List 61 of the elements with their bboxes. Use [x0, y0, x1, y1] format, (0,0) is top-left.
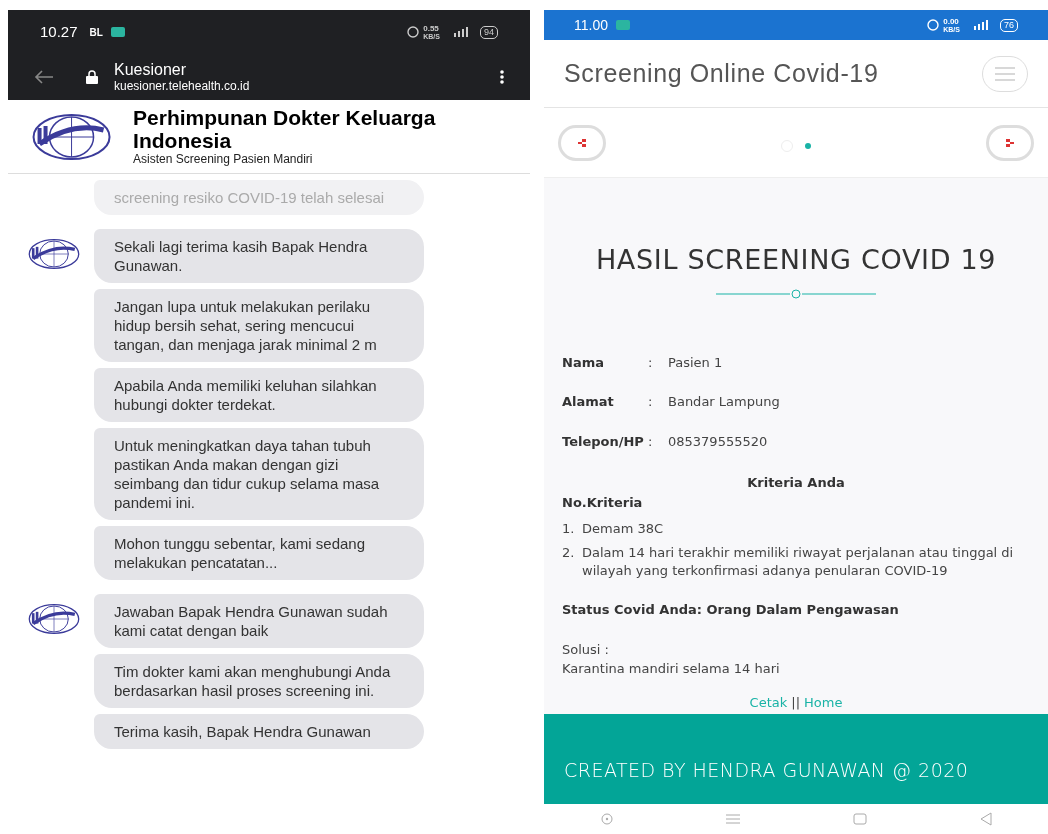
battery-level: 76: [1000, 18, 1018, 32]
criteria-number: 2.: [562, 544, 576, 562]
page-url[interactable]: kuesioner.telehealth.co.id: [114, 79, 500, 93]
status-carrier: BL: [89, 25, 103, 40]
signal-icon: [972, 20, 988, 30]
menu-icon: [995, 66, 1015, 81]
field-value: Bandar Lampung: [668, 393, 780, 411]
left-arrow-icon: [578, 138, 586, 147]
field-label: Alamat: [562, 393, 615, 411]
chat-message: Apabila Anda memiliki keluhan silahkan hubungi dokter terdekat.: [94, 368, 424, 422]
chat-message: Jawaban Bapak Hendra Gunawan sudah kami catat dengan baik: [94, 594, 424, 648]
menu-nav-icon: [725, 814, 740, 824]
header-subtitle: Asisten Screening Pasien Mandiri: [133, 152, 314, 167]
criteria-text: Dalam 14 hari terakhir memiliki riwayat perjalanan atau tinggal di wilayah yang terkonfirmasi adanya penularan COVID-19: [582, 544, 1015, 580]
brand-title[interactable]: Screening Online Covid-19: [564, 54, 879, 93]
more-menu-icon: [500, 70, 504, 84]
lock-icon: [86, 70, 98, 84]
criteria-number: 1.: [562, 520, 576, 538]
criteria-column-header: No.Kriteria: [562, 493, 644, 512]
title-divider-icon: [716, 288, 876, 299]
header-title: Perhimpunan Dokter Keluarga Indonesia: [133, 106, 437, 152]
signal-icon: [452, 27, 468, 37]
right-arrow-icon: [1006, 138, 1014, 147]
field-value: Pasien 1: [668, 353, 723, 372]
solution-label: Solusi :: [562, 640, 610, 659]
result-title: HASIL SCREENING COVID 19: [594, 243, 998, 277]
status-result: Status Covid Anda: Orang Dalam Pengawasan: [562, 601, 900, 619]
status-time: 10.27: [40, 21, 78, 42]
criteria-text: Demam 38C: [582, 520, 664, 538]
assistant-nav-icon: [600, 813, 613, 825]
link-separator: ||: [791, 693, 800, 712]
page-title: Kuesioner: [114, 61, 188, 79]
notification-icon: [110, 27, 125, 37]
field-label: Telepon/HP: [562, 432, 645, 451]
next-button[interactable]: [986, 124, 1034, 161]
previous-button[interactable]: [558, 124, 606, 161]
field-label: Nama: [562, 353, 605, 372]
footer-credit: CREATED BY HENDRA GUNAWAN @ 2020: [564, 757, 969, 783]
network-speed: 0.00: [943, 17, 960, 26]
alarm-icon: [407, 26, 420, 38]
field-value: 085379555520: [668, 432, 768, 451]
chat-message: Mohon tunggu sebentar, kami sedang melakukan pencatatan...: [94, 526, 424, 580]
home-nav-icon: [852, 813, 867, 825]
notification-icon: [616, 20, 630, 30]
battery-level: 94: [480, 25, 498, 39]
back-nav-icon: [979, 812, 992, 826]
chat-message: Untuk meningkatkan daya tahan tubuh pastikan Anda makan dengan gizi seimbang dan tidur cukup selama masa pandemi ini.: [94, 428, 424, 520]
solution-text: Karantina mandiri selama 14 hari: [562, 660, 781, 678]
alarm-icon: [927, 19, 940, 31]
chat-message: screening resiko COVID-19 telah selesai: [94, 180, 424, 215]
field-separator: :: [648, 432, 654, 451]
field-separator: :: [648, 393, 654, 411]
chat-message: Sekali lagi terima kasih Bapak Hendra Gunawan.: [94, 229, 424, 283]
chat-message: Terima kasih, Bapak Hendra Gunawan: [94, 714, 424, 749]
status-time: 11.00: [574, 15, 608, 35]
criteria-heading: Kriteria Anda: [746, 474, 846, 492]
network-speed: 0.55: [423, 24, 440, 33]
back-arrow-icon: [34, 70, 54, 84]
chat-message: Jangan lupa untuk melakukan perilaku hidup bersih sehat, sering mencucui tangan, dan menjaga jarak minimal 2 m: [94, 289, 424, 362]
chat-message: Tim dokter kami akan menghubungi Anda berdasarkan hasil proses screening ini.: [94, 654, 424, 708]
field-separator: :: [648, 353, 654, 372]
